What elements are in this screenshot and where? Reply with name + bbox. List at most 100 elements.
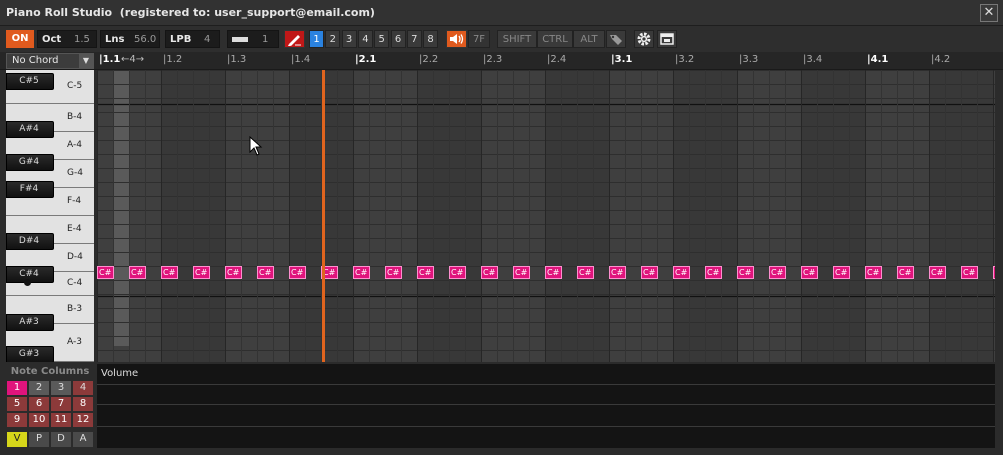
alt-button[interactable]: ALT <box>573 30 605 48</box>
note-block[interactable]: C# <box>193 266 210 279</box>
track-button-6[interactable]: 6 <box>390 30 406 48</box>
ruler-beat-label: |1.2 <box>163 54 183 65</box>
lines-control[interactable]: Lns 56.0 <box>100 30 160 48</box>
note-column-button-1[interactable]: 1 <box>7 381 27 395</box>
track-button-3[interactable]: 3 <box>341 30 357 48</box>
note-column-button-7[interactable]: 7 <box>51 397 71 411</box>
note-column-button-8[interactable]: 8 <box>73 397 93 411</box>
on-toggle-button[interactable]: ON <box>6 30 34 48</box>
note-block[interactable]: C# <box>801 266 818 279</box>
ruler-beat-label: |3.2 <box>675 54 695 65</box>
note-block[interactable]: C# <box>225 266 242 279</box>
black-key-label: A#4 <box>19 124 39 134</box>
speaker-button[interactable] <box>446 30 467 48</box>
lpb-control[interactable]: LPB 4 <box>165 30 220 48</box>
note-block[interactable]: C# <box>97 266 114 279</box>
track-button-4[interactable]: 4 <box>357 30 373 48</box>
note-block[interactable]: C# <box>449 266 466 279</box>
detach-window-button[interactable] <box>657 30 677 48</box>
black-key-csharp5[interactable]: C#5 <box>6 73 54 90</box>
draw-pencil-button[interactable] <box>284 30 305 48</box>
note-block[interactable]: C# <box>353 266 370 279</box>
shift-button[interactable]: SHIFT <box>497 30 537 48</box>
note-block[interactable]: C# <box>929 266 946 279</box>
toolbar: ON Oct 1.5 Lns 56.0 LPB 4 1 7F SHIFT CTR… <box>0 26 1003 52</box>
timeline-ruler[interactable]: No Chord ▼ |1.1 |1.2 |1.3 |1.4 |2.1 |2.2 |2.3 |… <box>0 52 1003 70</box>
note-block[interactable]: C# <box>737 266 754 279</box>
white-key-label: G-4 <box>67 168 83 178</box>
track-button-8[interactable]: 8 <box>423 30 439 48</box>
tag-icon <box>610 35 622 45</box>
note-block[interactable]: C# <box>129 266 146 279</box>
note-block[interactable]: C# <box>961 266 978 279</box>
note-column-button-3[interactable]: 3 <box>51 381 71 395</box>
note-block[interactable]: C# <box>897 266 914 279</box>
black-key-fsharp4[interactable]: F#4 <box>6 181 54 198</box>
note-block[interactable]: C# <box>641 266 658 279</box>
ruler-beat-label: |1.3 <box>227 54 247 65</box>
note-block[interactable]: C# <box>865 266 882 279</box>
playhead-line[interactable] <box>322 70 325 362</box>
note-block[interactable]: C# <box>545 266 562 279</box>
black-key-gsharp3[interactable]: G#3 <box>6 346 54 362</box>
note-block[interactable]: C# <box>481 266 498 279</box>
mode-button-v[interactable]: V <box>7 432 27 447</box>
black-key-asharp3[interactable]: A#3 <box>6 314 54 331</box>
black-key-gsharp4[interactable]: G#4 <box>6 154 54 171</box>
chevron-down-icon: ▼ <box>79 54 93 68</box>
mode-button-d[interactable]: D <box>51 432 71 447</box>
ruler-beat-label: |2.1 <box>355 54 377 65</box>
note-column-button-6[interactable]: 6 <box>29 397 49 411</box>
ruler-beat-label: |1.4 <box>291 54 311 65</box>
volume-value[interactable]: 7F <box>468 30 490 48</box>
tag-button[interactable] <box>606 30 626 48</box>
note-block[interactable]: C# <box>673 266 690 279</box>
lines-value: 56.0 <box>134 34 157 45</box>
piano-roll-grid[interactable]: C# C# C# C# C# C# C# C# C# C# C# C# C# C# C# C# C# C# C# C#… <box>97 70 995 362</box>
note-column-button-11[interactable]: 11 <box>51 413 71 427</box>
track-button-5[interactable]: 5 <box>374 30 390 48</box>
note-block[interactable]: C# <box>289 266 306 279</box>
note-block[interactable]: C# <box>385 266 402 279</box>
track-button-2[interactable]: 2 <box>325 30 341 48</box>
black-key-asharp4[interactable]: A#4 <box>6 121 54 138</box>
note-column-button-9[interactable]: 9 <box>7 413 27 427</box>
white-key-label: F-4 <box>67 196 82 206</box>
loop-length-marker[interactable]: ←4→ <box>121 54 144 65</box>
octave-control[interactable]: Oct 1.5 <box>37 30 97 48</box>
lane-divider <box>97 384 995 385</box>
note-block[interactable]: C# <box>161 266 178 279</box>
note-block[interactable]: C# <box>417 266 434 279</box>
track-button-7[interactable]: 7 <box>406 30 422 48</box>
ctrl-button[interactable]: CTRL <box>537 30 573 48</box>
piano-keyboard[interactable]: C-5 B-4 A-4 G-4 F-4 E-4 D-4 C-4 B-3 A-3 C#5 A#4 G#4 F… <box>6 70 94 362</box>
note-block[interactable]: C# <box>705 266 722 279</box>
settings-button[interactable] <box>634 30 654 48</box>
vertical-scrollbar[interactable] <box>995 70 1003 362</box>
mode-button-p[interactable]: P <box>29 432 49 447</box>
note-block[interactable]: C# <box>257 266 274 279</box>
black-key-dsharp4[interactable]: D#4 <box>6 233 54 250</box>
chord-select[interactable]: No Chord ▼ <box>6 53 94 69</box>
close-button[interactable]: ✕ <box>980 4 998 22</box>
note-block[interactable]: C# <box>609 266 626 279</box>
note-column-button-10[interactable]: 10 <box>29 413 49 427</box>
window-icon <box>660 33 674 45</box>
mode-button-a[interactable]: A <box>73 432 93 447</box>
note-column-button-2[interactable]: 2 <box>29 381 49 395</box>
chord-select-value: No Chord <box>12 55 59 66</box>
step-control[interactable]: 1 <box>227 30 279 48</box>
volume-lane[interactable]: Volume <box>97 364 995 448</box>
note-column-button-12[interactable]: 12 <box>73 413 93 427</box>
note-column-button-4[interactable]: 4 <box>73 381 93 395</box>
note-block[interactable]: C# <box>577 266 594 279</box>
note-column-button-5[interactable]: 5 <box>7 397 27 411</box>
black-key-label: A#3 <box>19 317 39 327</box>
note-block[interactable]: C# <box>513 266 530 279</box>
note-block[interactable]: C# <box>769 266 786 279</box>
track-button-1[interactable]: 1 <box>309 30 324 48</box>
speaker-icon <box>450 34 464 44</box>
lane-divider <box>97 404 995 405</box>
black-key-label: C#5 <box>19 76 39 86</box>
note-block[interactable]: C# <box>833 266 850 279</box>
